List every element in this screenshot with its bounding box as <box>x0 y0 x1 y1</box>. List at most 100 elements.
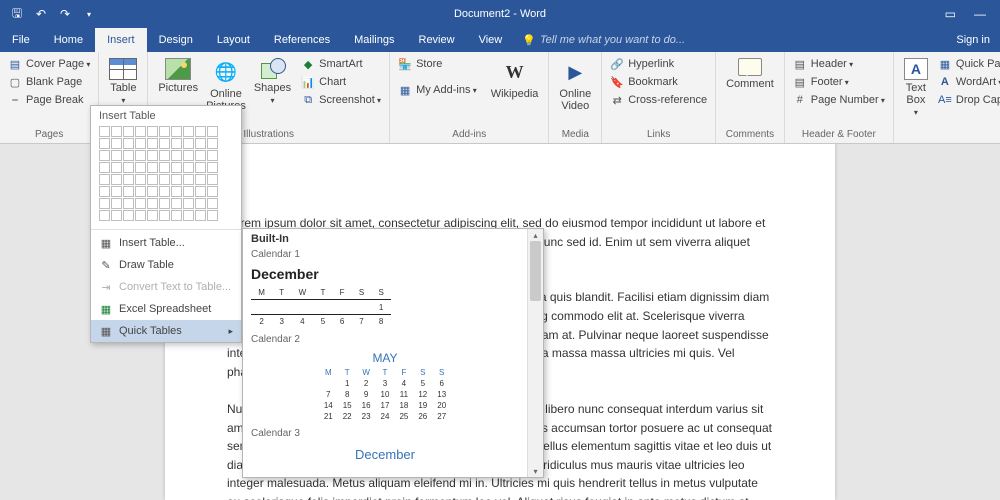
grid-cell[interactable] <box>183 126 194 137</box>
grid-cell[interactable] <box>159 138 170 149</box>
grid-cell[interactable] <box>147 126 158 137</box>
scroll-thumb[interactable] <box>530 241 541 301</box>
grid-cell[interactable] <box>207 150 218 161</box>
wikipedia-button[interactable]: WWikipedia <box>487 56 543 102</box>
grid-cell[interactable] <box>147 174 158 185</box>
insert-table-menuitem[interactable]: ▦Insert Table... <box>91 232 241 254</box>
grid-cell[interactable] <box>171 198 182 209</box>
page-break-button[interactable]: ⎯Page Break <box>6 92 92 108</box>
grid-cell[interactable] <box>99 186 110 197</box>
grid-cell[interactable] <box>195 174 206 185</box>
tab-view[interactable]: View <box>467 28 515 52</box>
grid-cell[interactable] <box>183 186 194 197</box>
tab-references[interactable]: References <box>262 28 342 52</box>
grid-cell[interactable] <box>111 138 122 149</box>
tell-me-search[interactable]: 💡 Tell me what you want to do... <box>514 28 685 52</box>
grid-cell[interactable] <box>159 210 170 221</box>
grid-cell[interactable] <box>147 162 158 173</box>
my-addins-button[interactable]: ▦My Add-ins <box>396 82 479 98</box>
grid-cell[interactable] <box>171 150 182 161</box>
grid-cell[interactable] <box>99 138 110 149</box>
store-button[interactable]: 🏪Store <box>396 56 479 72</box>
grid-cell[interactable] <box>171 126 182 137</box>
tab-file[interactable]: File <box>0 28 42 52</box>
grid-cell[interactable] <box>123 138 134 149</box>
tab-mailings[interactable]: Mailings <box>342 28 406 52</box>
grid-cell[interactable] <box>195 186 206 197</box>
grid-cell[interactable] <box>147 198 158 209</box>
quick-tables-menuitem[interactable]: ▦Quick Tables▸ <box>91 320 241 342</box>
grid-cell[interactable] <box>159 198 170 209</box>
hyperlink-button[interactable]: 🔗Hyperlink <box>608 56 709 72</box>
quick-table-calendar-1[interactable]: December MTWTFSS 1 2345678 <box>251 264 519 328</box>
grid-cell[interactable] <box>111 210 122 221</box>
grid-cell[interactable] <box>207 174 218 185</box>
grid-cell[interactable] <box>147 150 158 161</box>
grid-cell[interactable] <box>147 186 158 197</box>
pictures-button[interactable]: Pictures <box>154 56 202 96</box>
scroll-up-icon[interactable]: ▴ <box>528 229 543 241</box>
grid-cell[interactable] <box>123 210 134 221</box>
grid-cell[interactable] <box>123 150 134 161</box>
grid-cell[interactable] <box>195 126 206 137</box>
grid-cell[interactable] <box>171 186 182 197</box>
minimize-icon[interactable]: — <box>974 7 986 21</box>
grid-cell[interactable] <box>99 162 110 173</box>
grid-cell[interactable] <box>147 210 158 221</box>
grid-cell[interactable] <box>183 162 194 173</box>
cross-reference-button[interactable]: ⇄Cross-reference <box>608 92 709 108</box>
quick-parts-button[interactable]: ▦Quick Parts <box>936 56 1000 72</box>
grid-cell[interactable] <box>159 162 170 173</box>
online-video-button[interactable]: ▶OnlineVideo <box>555 56 595 114</box>
grid-cell[interactable] <box>207 210 218 221</box>
grid-cell[interactable] <box>159 186 170 197</box>
tab-layout[interactable]: Layout <box>205 28 262 52</box>
grid-cell[interactable] <box>207 186 218 197</box>
grid-cell[interactable] <box>111 198 122 209</box>
footer-button[interactable]: ▤Footer <box>791 74 887 90</box>
cover-page-button[interactable]: ▤Cover Page <box>6 56 92 72</box>
chart-button[interactable]: 📊Chart <box>299 74 383 90</box>
smartart-button[interactable]: ◆SmartArt <box>299 56 383 72</box>
grid-cell[interactable] <box>99 198 110 209</box>
table-size-grid[interactable] <box>91 126 241 227</box>
grid-cell[interactable] <box>111 126 122 137</box>
drop-cap-button[interactable]: A≡Drop Cap <box>936 92 1000 108</box>
grid-cell[interactable] <box>195 150 206 161</box>
qat-customize-icon[interactable]: ▾ <box>82 7 96 21</box>
draw-table-menuitem[interactable]: ✎Draw Table <box>91 254 241 276</box>
shapes-button[interactable]: Shapes <box>250 56 295 108</box>
grid-cell[interactable] <box>123 126 134 137</box>
grid-cell[interactable] <box>99 210 110 221</box>
grid-cell[interactable] <box>135 126 146 137</box>
grid-cell[interactable] <box>183 174 194 185</box>
grid-cell[interactable] <box>195 198 206 209</box>
blank-page-button[interactable]: ▢Blank Page <box>6 74 92 90</box>
grid-cell[interactable] <box>123 186 134 197</box>
ribbon-display-options-icon[interactable]: ▭ <box>945 7 956 21</box>
grid-cell[interactable] <box>183 150 194 161</box>
grid-cell[interactable] <box>111 174 122 185</box>
text-box-button[interactable]: ATextBox <box>900 56 932 120</box>
header-button[interactable]: ▤Header <box>791 56 887 72</box>
grid-cell[interactable] <box>207 198 218 209</box>
table-button[interactable]: Table <box>105 56 141 108</box>
page-number-button[interactable]: #Page Number <box>791 92 887 108</box>
grid-cell[interactable] <box>135 186 146 197</box>
grid-cell[interactable] <box>123 174 134 185</box>
grid-cell[interactable] <box>207 126 218 137</box>
grid-cell[interactable] <box>183 198 194 209</box>
save-icon[interactable]: 🖫 <box>10 7 24 21</box>
tab-review[interactable]: Review <box>407 28 467 52</box>
grid-cell[interactable] <box>99 150 110 161</box>
comment-button[interactable]: Comment <box>722 56 778 92</box>
grid-cell[interactable] <box>123 162 134 173</box>
quick-table-calendar-2[interactable]: MAY MTWTFSS 1234567891011121314151617181… <box>251 349 519 422</box>
redo-icon[interactable]: ↷ <box>58 7 72 21</box>
grid-cell[interactable] <box>171 138 182 149</box>
grid-cell[interactable] <box>99 174 110 185</box>
grid-cell[interactable] <box>135 150 146 161</box>
quick-table-calendar-3[interactable]: December <box>251 443 519 462</box>
grid-cell[interactable] <box>111 150 122 161</box>
grid-cell[interactable] <box>171 174 182 185</box>
